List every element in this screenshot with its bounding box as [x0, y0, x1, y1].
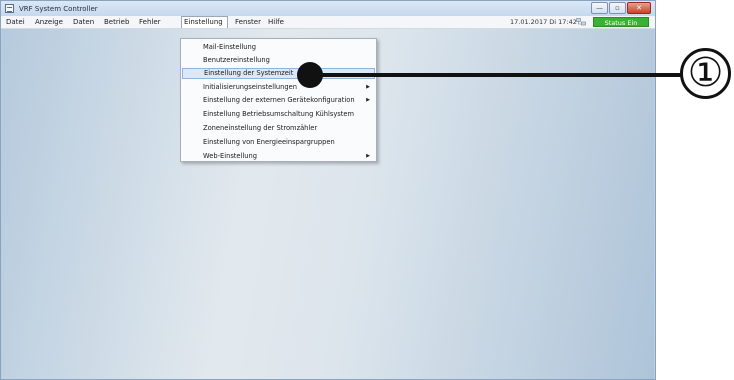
- app-window-icon: [5, 4, 14, 13]
- title-bar[interactable]: VRF System Controller — ▫ ✕: [1, 1, 655, 16]
- menu-einstellung[interactable]: Einstellung: [181, 16, 228, 28]
- menu-fenster[interactable]: Fenster: [233, 16, 263, 28]
- submenu-arrow-icon: ▶: [366, 97, 370, 103]
- menu-item-label: Web-Einstellung: [203, 152, 257, 160]
- callout-leader-line: [320, 73, 682, 77]
- menu-betrieb[interactable]: Betrieb: [102, 16, 131, 28]
- menu-hilfe[interactable]: Hilfe: [266, 16, 286, 28]
- window-title: VRF System Controller: [19, 4, 98, 13]
- menu-item-label: Einstellung von Energieeinspargruppen: [203, 138, 335, 146]
- submenu-arrow-icon: ▶: [366, 153, 370, 159]
- menu-item-benutzereinstellung[interactable]: Benutzereinstellung: [182, 55, 375, 66]
- minimize-button[interactable]: —: [591, 2, 608, 14]
- menu-item-externe-geraetekonfiguration[interactable]: Einstellung der externen Gerätekonfigura…: [182, 95, 375, 106]
- menu-item-mail-einstellung[interactable]: Mail-Einstellung: [182, 42, 375, 53]
- maximize-button[interactable]: ▫: [609, 2, 626, 14]
- menu-item-betriebsumschaltung[interactable]: Einstellung Betriebsumschaltung Kühlsyst…: [182, 109, 375, 120]
- menu-item-label: Mail-Einstellung: [203, 43, 256, 51]
- callout-number-badge: ①: [680, 48, 731, 99]
- window-controls: — ▫ ✕: [591, 2, 651, 14]
- menu-fehler[interactable]: Fehler: [137, 16, 163, 28]
- submenu-arrow-icon: ▶: [366, 84, 370, 90]
- einstellung-dropdown-menu: Mail-Einstellung Benutzereinstellung Ein…: [180, 38, 377, 162]
- close-button[interactable]: ✕: [627, 2, 651, 14]
- menu-item-stromzaehler[interactable]: Zoneneinstellung der Stromzähler: [182, 123, 375, 134]
- menu-item-label: Einstellung der externen Gerätekonfigura…: [203, 96, 355, 104]
- network-icon[interactable]: [576, 18, 586, 26]
- menu-datei[interactable]: Datei: [4, 16, 27, 28]
- menu-item-initialisierung[interactable]: Initialisierungseinstellungen ▶: [182, 82, 375, 93]
- menu-item-label: Benutzereinstellung: [203, 56, 270, 64]
- menu-item-label: Einstellung Betriebsumschaltung Kühlsyst…: [203, 110, 355, 118]
- menu-anzeige[interactable]: Anzeige: [33, 16, 65, 28]
- menu-bar: Datei Anzeige Daten Betrieb Fehler Einst…: [1, 16, 655, 29]
- datetime-display: 17.01.2017 Di 17:42: [510, 18, 577, 26]
- menu-item-label: Einstellung der Systemzeit: [204, 69, 294, 77]
- menu-item-energieeinspargruppen[interactable]: Einstellung von Energieeinspargruppen: [182, 137, 375, 148]
- menu-item-web-einstellung[interactable]: Web-Einstellung ▶: [182, 151, 375, 162]
- status-badge[interactable]: Status Ein: [593, 17, 649, 27]
- menu-item-label: Initialisierungseinstellungen: [203, 83, 297, 91]
- menu-item-label: Zoneneinstellung der Stromzähler: [203, 124, 318, 132]
- menu-daten[interactable]: Daten: [71, 16, 96, 28]
